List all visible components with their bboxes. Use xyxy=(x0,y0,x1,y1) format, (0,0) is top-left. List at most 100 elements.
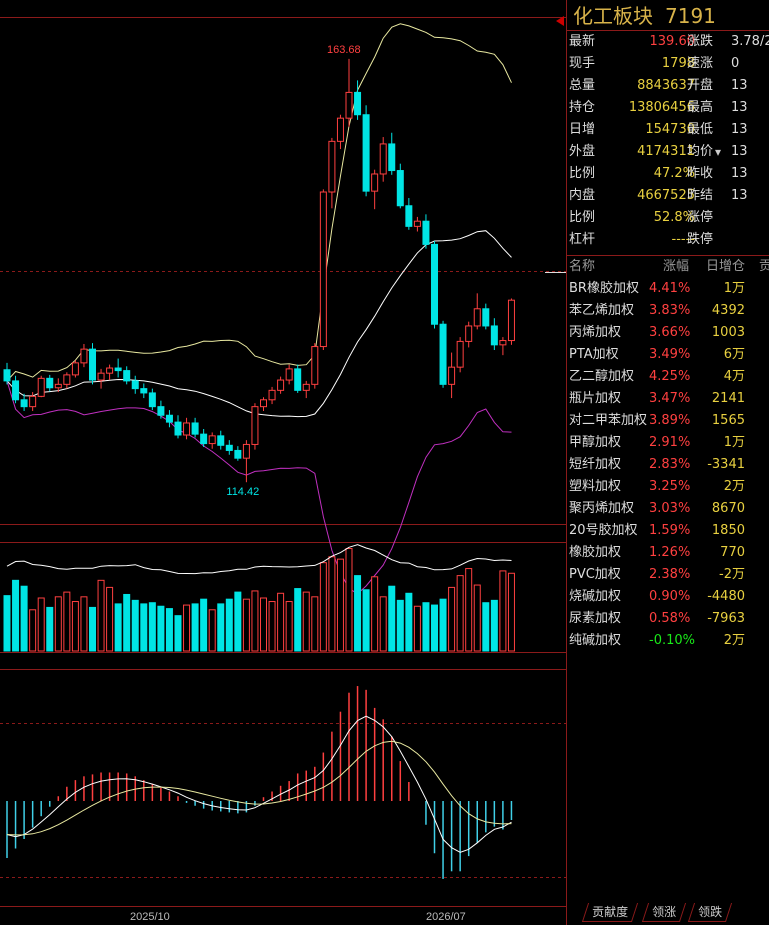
candle-body xyxy=(422,220,430,245)
low-price-label: 114.42 xyxy=(226,486,259,498)
quote-l2: 均价 xyxy=(687,144,714,159)
candle-body xyxy=(362,114,370,192)
candle xyxy=(260,397,267,411)
candle xyxy=(379,137,387,182)
candle-body xyxy=(473,308,481,327)
volume-bar xyxy=(29,609,37,652)
candle-body xyxy=(251,406,259,445)
candle-body xyxy=(507,299,515,342)
list-name: 烧碱加权 xyxy=(569,589,622,604)
list-daily: 6万 xyxy=(723,347,745,362)
candle-body xyxy=(431,243,438,325)
quote-row: 内盘 4667525 昨结 13 xyxy=(567,185,769,207)
candle-body xyxy=(456,340,464,368)
list-item[interactable]: 20号胶加权 1.59% 1850 xyxy=(567,520,769,542)
list-name: 甲醇加权 xyxy=(569,435,622,450)
list-item[interactable]: 烧碱加权 0.90% -4480 xyxy=(567,586,769,608)
header-change[interactable]: 涨幅 xyxy=(649,256,689,278)
candle-body xyxy=(140,388,148,394)
candle-body xyxy=(63,374,71,385)
quote-l2: 速涨 xyxy=(687,56,714,71)
candle xyxy=(311,343,319,389)
candle-body xyxy=(328,140,336,193)
volume-bar xyxy=(46,606,54,652)
candle-body xyxy=(379,143,387,175)
list-daily: 4392 xyxy=(711,303,745,318)
quote-table: 最新 139.60 涨跌 3.78/2 现手 1798 速涨 0 总量 8843637 开盘 13 持仓… xyxy=(567,31,769,251)
list-item[interactable]: PTA加权 3.49% 6万 xyxy=(567,344,769,366)
quote-v2: 13 xyxy=(731,100,748,115)
candle xyxy=(3,362,11,385)
quote-v1: 47.2% xyxy=(653,166,695,181)
boll-lower-line xyxy=(6,380,512,595)
list-item[interactable]: 橡胶加权 1.26% 770 xyxy=(567,542,769,564)
list-item[interactable]: 苯乙烯加权 3.83% 4392 xyxy=(567,300,769,322)
candle-body xyxy=(80,348,88,364)
list-item[interactable]: 甲醇加权 2.91% 1万 xyxy=(567,432,769,454)
list-change: 2.91% xyxy=(649,435,691,450)
list-item[interactable]: 瓶片加权 3.47% 2141 xyxy=(567,388,769,410)
candle xyxy=(80,343,88,368)
volume-bar xyxy=(131,599,139,652)
candle-body xyxy=(345,91,353,119)
candle xyxy=(174,415,182,439)
header-daily[interactable]: 日增仓 xyxy=(691,256,745,278)
tab-leading-up[interactable]: 领涨 xyxy=(641,903,687,922)
candle-body xyxy=(174,421,182,436)
list-change: 0.90% xyxy=(649,589,691,604)
candle xyxy=(46,374,54,392)
candle-body xyxy=(208,435,216,445)
volume-bar xyxy=(114,603,122,652)
volume-bar xyxy=(268,601,276,652)
volume-bar xyxy=(140,603,148,652)
list-item[interactable]: 塑料加权 3.25% 2万 xyxy=(567,476,769,498)
volume-bar xyxy=(71,601,79,652)
quote-v1: 52.8% xyxy=(653,210,695,225)
list-item[interactable]: 短纤加权 2.83% -3341 xyxy=(567,454,769,476)
list-change: -0.10% xyxy=(649,633,695,648)
list-item[interactable]: 对二甲苯加权 3.89% 1565 xyxy=(567,410,769,432)
candle xyxy=(20,393,28,411)
candle xyxy=(140,383,148,399)
list-item[interactable]: 聚丙烯加权 3.03% 8670 xyxy=(567,498,769,520)
volume-bar xyxy=(388,585,396,652)
volume-bar xyxy=(302,591,310,652)
list-item[interactable]: PVC加权 2.38% -2万 xyxy=(567,564,769,586)
candle xyxy=(345,58,353,127)
volume-bar xyxy=(456,575,464,652)
quote-l1: 内盘 xyxy=(569,188,596,203)
tab-leading-down[interactable]: 领跌 xyxy=(687,903,733,922)
candle-body xyxy=(311,346,319,385)
volume-bar xyxy=(396,599,404,652)
list-item[interactable]: 丙烯加权 3.66% 1003 xyxy=(567,322,769,344)
volume-bar xyxy=(183,604,191,652)
candle-body xyxy=(490,325,498,346)
list-item[interactable]: BR橡胶加权 4.41% 1万 xyxy=(567,278,769,300)
header-extra[interactable]: 贡 xyxy=(759,256,769,278)
volume-bar xyxy=(234,591,242,652)
header-name[interactable]: 名称 xyxy=(569,256,595,278)
collapse-arrow-icon[interactable] xyxy=(556,16,564,26)
candle xyxy=(388,132,396,175)
kline-chart[interactable]: 163.68 114.42 2025/10 2026/07 xyxy=(0,0,566,925)
x-axis-label: 2026/07 xyxy=(426,911,466,923)
candle-body xyxy=(413,220,421,227)
candle-body xyxy=(388,143,396,172)
list-daily: 2万 xyxy=(723,633,745,648)
tab-contribution[interactable]: 贡献度 xyxy=(581,903,639,922)
dropdown-arrow-icon[interactable]: ▾ xyxy=(715,141,721,163)
macd-dif-line xyxy=(6,715,512,853)
list-daily: 1003 xyxy=(711,325,745,340)
list-item[interactable]: 尿素加权 0.58% -7963 xyxy=(567,608,769,630)
volume-bar xyxy=(191,603,199,652)
candle xyxy=(234,446,242,461)
volume-bar xyxy=(123,593,131,652)
volume-bar xyxy=(63,591,71,652)
candle-body xyxy=(294,368,302,391)
quote-l1: 比例 xyxy=(569,210,596,225)
sector-code: 7191 xyxy=(665,4,716,28)
candle-body xyxy=(465,325,473,342)
list-item[interactable]: 乙二醇加权 4.25% 4万 xyxy=(567,366,769,388)
volume-bar xyxy=(285,601,293,652)
list-item[interactable]: 纯碱加权 -0.10% 2万 xyxy=(567,630,769,652)
